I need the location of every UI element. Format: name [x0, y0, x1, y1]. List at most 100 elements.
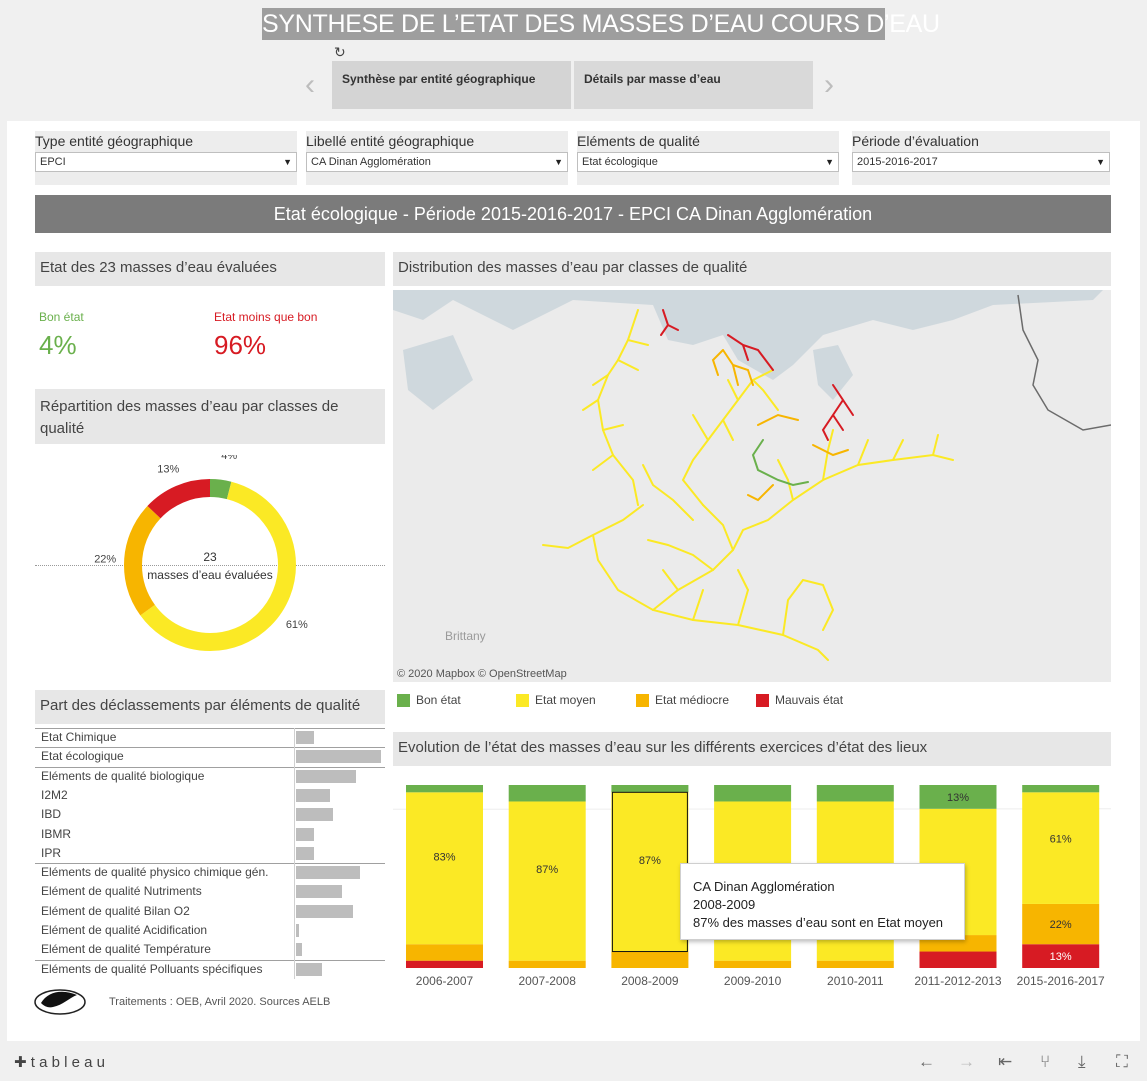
oeb-logo	[34, 989, 86, 1015]
bar-data-label: 87%	[536, 864, 558, 876]
dropdown-caret-icon: ▼	[825, 157, 834, 167]
declassement-row[interactable]: Eléments de qualité physico chimique gén…	[35, 863, 385, 882]
declassement-row[interactable]: Elément de qualité Acidification	[35, 921, 385, 940]
map-heading: Distribution des masses d’eau par classe…	[393, 252, 1111, 286]
declassement-row[interactable]: Elément de qualité Bilan O2	[35, 902, 385, 921]
declassement-label: Elément de qualité Nutriments	[41, 884, 202, 899]
declassement-row[interactable]: Eléments de qualité biologique	[35, 767, 385, 786]
share-icon[interactable]: ⑂	[1040, 1052, 1050, 1072]
donut-data-label: 61%	[286, 619, 308, 631]
filter-label: Eléments de qualité	[577, 133, 700, 149]
bar-data-label: 13%	[1050, 951, 1072, 963]
good-state-label: Bon état	[39, 310, 84, 324]
declassement-row[interactable]: Etat écologique	[35, 747, 385, 766]
donut-center-count: 23	[203, 550, 217, 564]
bar-data-label: 61%	[1050, 834, 1072, 846]
bad-state-value: 96%	[214, 330, 267, 360]
declassement-row[interactable]: Elément de qualité Température	[35, 940, 385, 959]
filter-value: 2015-2016-2017	[857, 156, 938, 168]
declassement-label: Eléments de qualité biologique	[41, 768, 205, 783]
revert-icon[interactable]: ⇤	[998, 1052, 1012, 1072]
tableau-wordmark: t a b l e a u	[30, 1054, 105, 1071]
legend-swatch	[636, 693, 649, 707]
bar-segment	[611, 792, 689, 952]
filter-libelle-entite-select[interactable]: CA Dinan Agglomération ▼	[306, 152, 568, 172]
filter-periode-select[interactable]: 2015-2016-2017 ▼	[852, 152, 1110, 172]
declassement-row[interactable]: I2M2	[35, 786, 385, 805]
filter-value: CA Dinan Agglomération	[311, 156, 431, 168]
declassement-row[interactable]: IBD	[35, 805, 385, 824]
declassement-bar	[296, 808, 334, 822]
legend-etat-moyen[interactable]: Etat moyen	[516, 693, 596, 707]
bar-segment	[406, 960, 483, 968]
declassement-label: IBD	[41, 807, 62, 822]
declassement-bar	[296, 750, 381, 764]
bar-segment	[406, 944, 483, 961]
tooltip-entity: CA Dinan Agglomération	[693, 879, 835, 894]
declassement-label: Elément de qualité Bilan O2	[41, 903, 190, 918]
declassement-row[interactable]: Eléments de qualité Polluants spécifique…	[35, 960, 385, 979]
declassement-bar	[296, 731, 314, 744]
declassement-bar	[296, 904, 353, 918]
undo-icon[interactable]: ←	[918, 1052, 935, 1072]
river-quality-map[interactable]: Brittany © 2020 Mapbox © OpenStreetMap	[393, 290, 1111, 682]
fullscreen-icon[interactable]: ⛶	[1116, 1052, 1128, 1072]
bar-segment	[406, 785, 483, 793]
donut-data-label: 4%	[221, 455, 237, 462]
dropdown-caret-icon: ▼	[1096, 157, 1105, 167]
declassement-label: IBMR	[41, 826, 71, 841]
declassement-row[interactable]: IBMR	[35, 825, 385, 844]
declassement-bar	[296, 885, 342, 899]
declassement-bar	[296, 866, 360, 880]
legend-swatch	[397, 693, 410, 707]
legend-swatch	[516, 693, 529, 707]
table-axis-line	[294, 728, 295, 979]
bar-segment	[919, 951, 997, 968]
legend-label: Etat médiocre	[655, 693, 730, 707]
legend-mauvais-etat[interactable]: Mauvais état	[756, 693, 843, 707]
filter-value: EPCI	[40, 156, 66, 168]
declassement-row[interactable]: Etat Chimique	[35, 728, 385, 747]
declassement-label: Eléments de qualité physico chimique gén…	[41, 865, 269, 880]
filter-label: Type entité géographique	[35, 133, 194, 149]
next-tab-arrow-icon[interactable]: ›	[824, 70, 834, 100]
dropdown-caret-icon: ▼	[283, 157, 292, 167]
bar-data-label: 83%	[433, 852, 455, 864]
declassement-bar	[296, 769, 357, 783]
tableau-logo[interactable]: ✚ t a b l e a u	[14, 1053, 105, 1071]
declassement-bar	[296, 943, 302, 957]
declassement-label: Etat écologique	[41, 749, 124, 764]
previous-tab-arrow-icon[interactable]: ‹	[305, 70, 315, 100]
x-tick-label: 2010-2011	[827, 974, 884, 988]
refresh-icon[interactable]: ↻	[334, 44, 346, 61]
tab-label: Synthèse par entité géographique	[342, 72, 536, 86]
redo-icon[interactable]: →	[958, 1052, 975, 1072]
tab-label: Détails par masse d’eau	[584, 72, 721, 86]
declassement-row[interactable]: IPR	[35, 844, 385, 863]
declassement-label: Elément de qualité Température	[41, 942, 211, 957]
filter-label: Libellé entité géographique	[306, 133, 475, 149]
x-tick-label: 2006-2007	[416, 974, 474, 988]
legend-etat-mediocre[interactable]: Etat médiocre	[636, 693, 729, 707]
declassement-label: Eléments de qualité Polluants spécifique…	[41, 961, 263, 976]
map-attribution: © 2020 Mapbox © OpenStreetMap	[397, 668, 567, 680]
declassement-bar	[296, 788, 330, 802]
filter-elements-qualite-select[interactable]: Etat écologique ▼	[577, 152, 839, 172]
download-icon[interactable]: ⤓	[1078, 1052, 1086, 1072]
chart-tooltip: CA Dinan Agglomération 2008-2009 87% des…	[680, 863, 965, 940]
legend-label: Etat moyen	[535, 693, 596, 707]
repartition-heading: Répartition des masses d’eau par classes…	[35, 389, 385, 444]
declassement-bar	[296, 924, 300, 937]
donut-data-label: 13%	[157, 464, 179, 476]
tableau-plus-icon: ✚	[14, 1054, 27, 1071]
tab-details-masse-eau[interactable]: Détails par masse d’eau	[574, 61, 813, 109]
bar-segment	[816, 785, 894, 802]
bar-segment	[508, 960, 586, 968]
declassement-bar	[296, 962, 323, 976]
tab-synthese-geographique[interactable]: Synthèse par entité géographique	[332, 61, 571, 109]
filter-type-entite-select[interactable]: EPCI ▼	[35, 152, 297, 172]
legend-bon-etat[interactable]: Bon état	[397, 693, 461, 707]
declassement-row[interactable]: Elément de qualité Nutriments	[35, 882, 385, 901]
filter-label: Période d’évaluation	[852, 133, 979, 149]
dropdown-caret-icon: ▼	[554, 157, 563, 167]
